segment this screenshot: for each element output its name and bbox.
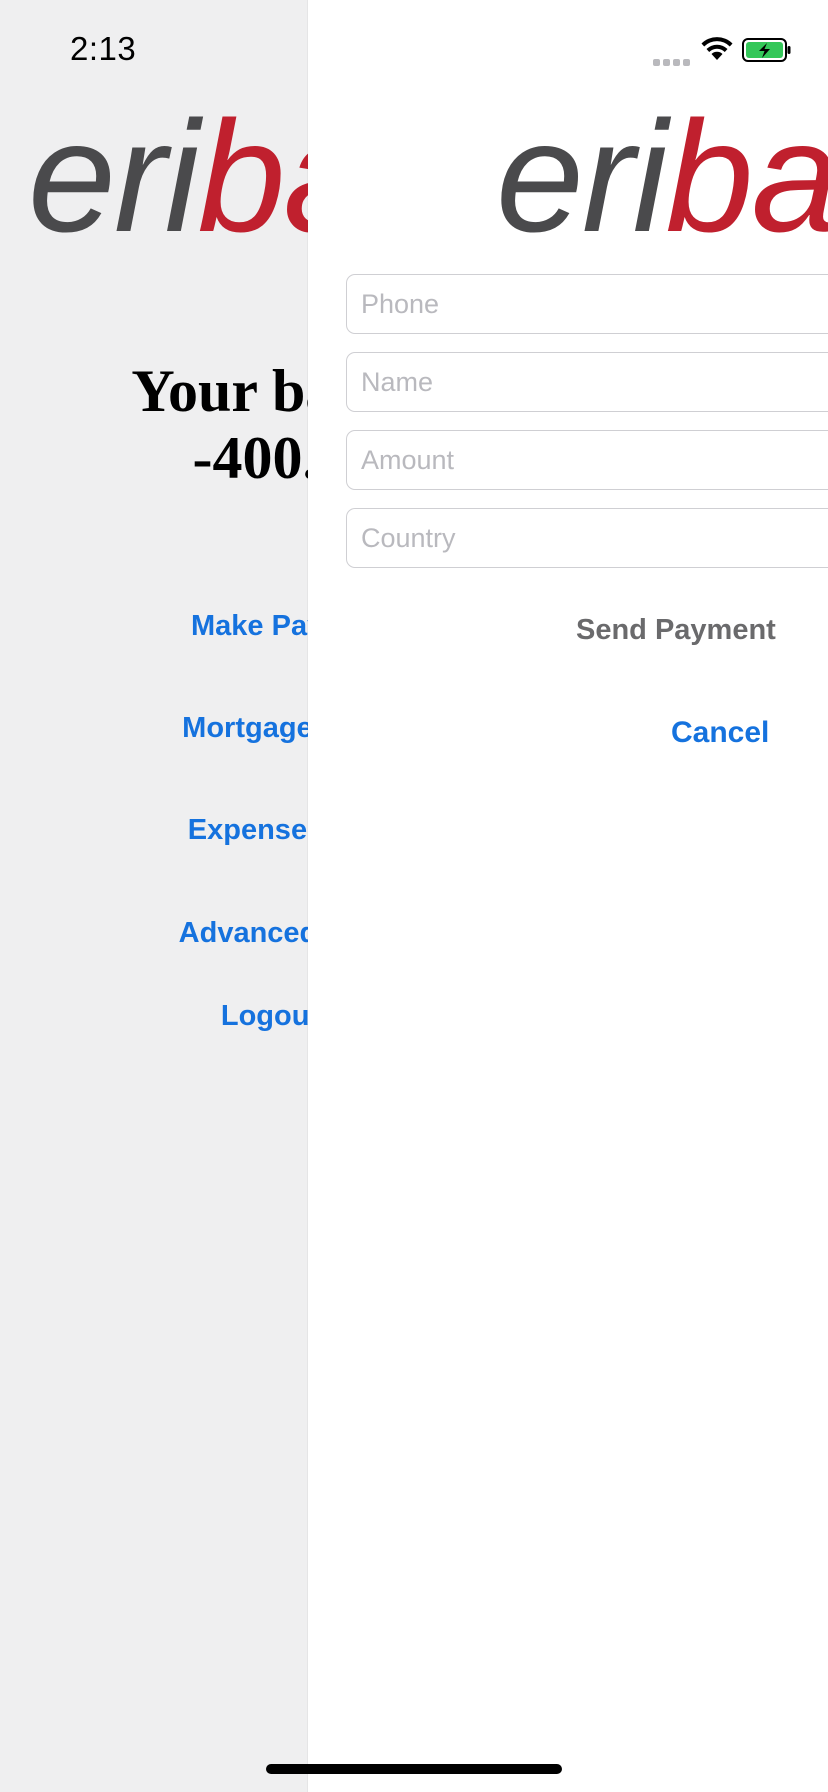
cellular-signal-icon <box>653 53 693 71</box>
logo-text-gray: eri <box>28 89 200 265</box>
name-field[interactable] <box>346 352 828 412</box>
status-time: 2:13 <box>70 30 137 67</box>
send-payment-button[interactable]: Send Payment <box>576 614 776 647</box>
amount-field[interactable] <box>346 430 828 490</box>
brand-logo: eriban <box>496 98 828 256</box>
logo-text-red: ban <box>665 89 828 265</box>
phone-field[interactable] <box>346 274 828 334</box>
payment-sheet: eriban Send Payment Cancel <box>308 0 828 1792</box>
cancel-button[interactable]: Cancel <box>671 716 769 750</box>
battery-charging-icon <box>742 38 791 62</box>
country-field[interactable] <box>346 508 828 568</box>
home-indicator <box>266 1764 562 1774</box>
logo-text-gray: eri <box>496 89 668 265</box>
wifi-icon <box>701 37 733 60</box>
